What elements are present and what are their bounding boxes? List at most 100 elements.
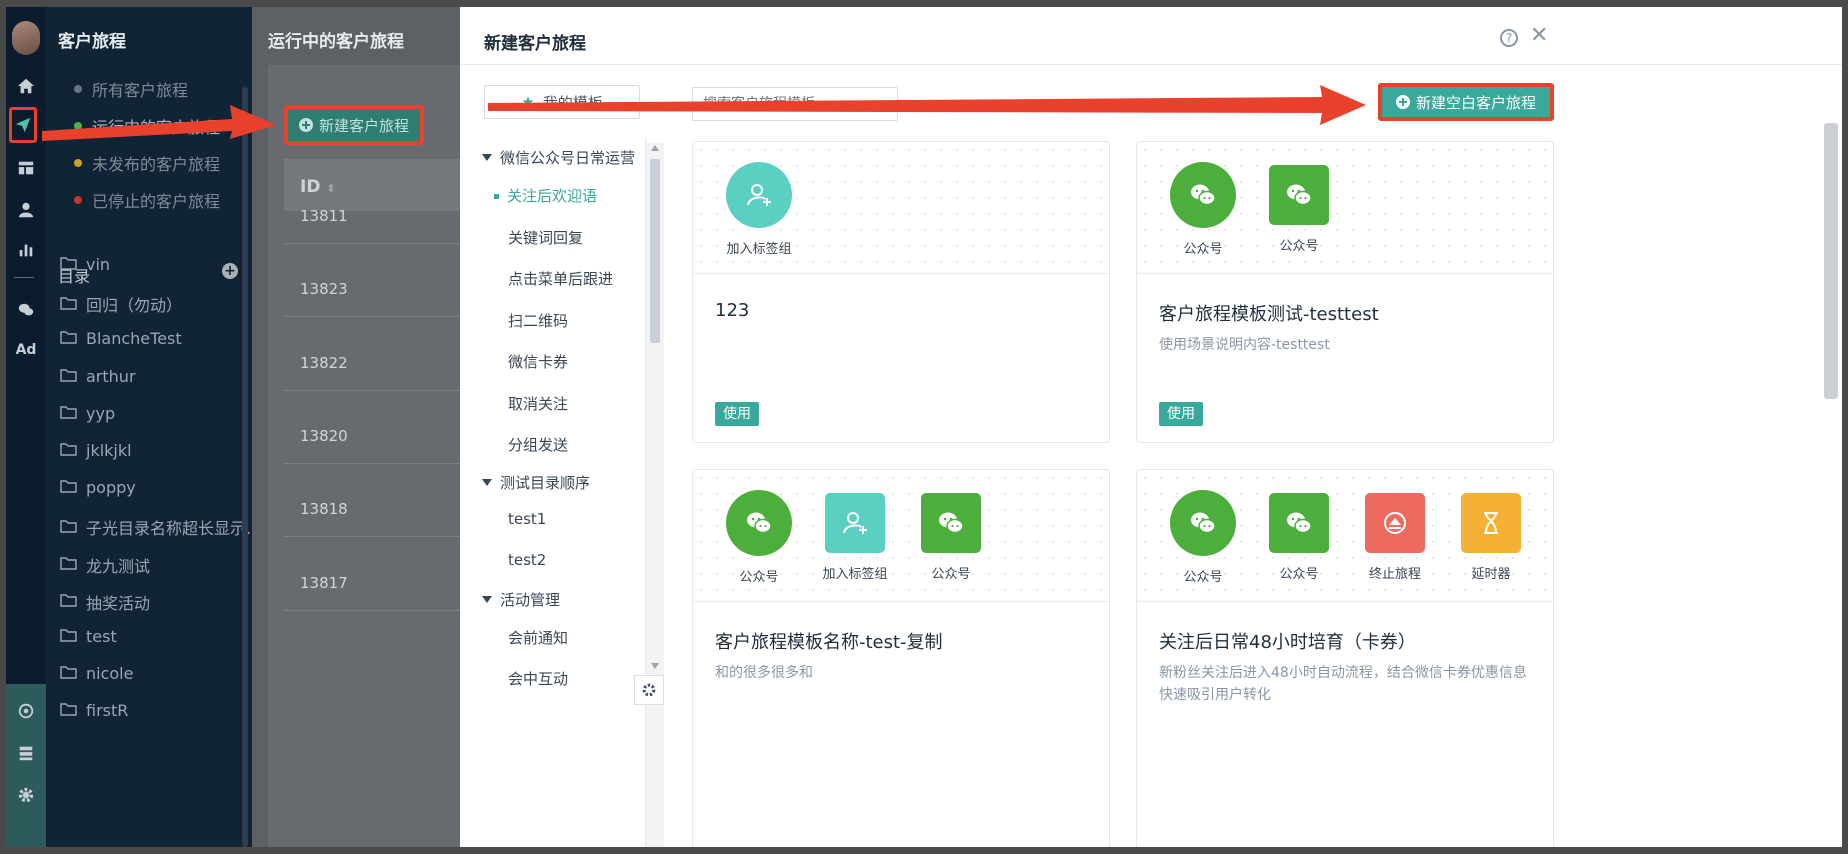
status-item-running[interactable]: 运行中的客户旅程 bbox=[74, 114, 220, 138]
table-header-id[interactable]: ID ⬍ bbox=[284, 159, 460, 211]
scroll-thumb[interactable] bbox=[650, 159, 660, 343]
tree-item[interactable]: 取消关注 bbox=[508, 393, 568, 414]
use-template-button[interactable]: 使用 bbox=[1159, 402, 1203, 426]
folder-icon bbox=[60, 404, 77, 423]
home-icon[interactable] bbox=[6, 69, 46, 103]
folder-item[interactable]: jklkjkl bbox=[60, 441, 132, 460]
folder-label: arthur bbox=[86, 366, 136, 386]
tree-item[interactable]: 会中互动 bbox=[508, 668, 568, 689]
folder-label: jklkjkl bbox=[86, 441, 132, 460]
modal-scrollbar[interactable] bbox=[1824, 123, 1838, 399]
folder-item[interactable]: vin bbox=[60, 255, 110, 274]
tree-item[interactable]: 分组发送 bbox=[508, 434, 568, 455]
avatar[interactable] bbox=[12, 21, 40, 55]
gear-icon[interactable] bbox=[6, 778, 46, 812]
new-blank-journey-button[interactable]: 新建空白客户旅程 bbox=[1378, 83, 1554, 121]
tree-scrollbar[interactable] bbox=[646, 143, 664, 847]
tree-item[interactable]: 点击菜单后跟进 bbox=[508, 268, 613, 289]
tree-settings-button[interactable] bbox=[634, 675, 664, 705]
tree-item[interactable]: test2 bbox=[508, 551, 546, 569]
status-label: 所有客户旅程 bbox=[92, 81, 189, 100]
card-description: 和的很多很多和 bbox=[715, 665, 813, 681]
table-row[interactable]: 13822 bbox=[300, 354, 348, 372]
tree-item[interactable]: test1 bbox=[508, 510, 546, 528]
row-divider bbox=[284, 389, 460, 391]
table-row[interactable]: 13817 bbox=[300, 574, 348, 592]
sort-icon[interactable]: ⬍ bbox=[326, 182, 335, 195]
folder-item[interactable]: nicole bbox=[60, 664, 133, 683]
close-icon[interactable]: ✕ bbox=[1530, 23, 1548, 48]
scroll-up-icon[interactable] bbox=[651, 145, 659, 151]
folder-item[interactable]: 子光目录名称超长显示... bbox=[60, 515, 261, 539]
tree-item[interactable]: 扫二维码 bbox=[508, 310, 568, 331]
folder-item[interactable]: 回归（勿动） bbox=[60, 292, 182, 316]
bar-chart-icon[interactable] bbox=[6, 233, 46, 267]
my-templates-button[interactable]: ★ 我的模板 bbox=[484, 85, 640, 119]
template-card[interactable]: 公众号 公众号 终止旅程 延时器 关注后日常48小时培育（卡券） 新粉丝关注后进入48小时… bbox=[1136, 469, 1554, 847]
send-icon[interactable] bbox=[9, 107, 37, 143]
table-row[interactable]: 13823 bbox=[300, 280, 348, 298]
tree-item[interactable]: 微信卡券 bbox=[508, 351, 568, 372]
folder-item[interactable]: yyp bbox=[60, 404, 115, 423]
card-flow-preview: 公众号 加入标签组 公众号 bbox=[693, 470, 1109, 602]
template-card[interactable]: 公众号 加入标签组 公众号 客户旅程模板名称-test-复制 和的很多很多和 bbox=[692, 469, 1110, 847]
caret-down-icon[interactable] bbox=[482, 595, 492, 603]
card-title: 123 bbox=[715, 300, 750, 321]
folder-item[interactable]: poppy bbox=[60, 478, 136, 497]
tree-group[interactable]: 微信公众号日常运营 bbox=[482, 147, 635, 168]
folder-label: 抽奖活动 bbox=[86, 593, 151, 613]
template-card[interactable]: 加入标签组 123 使用 bbox=[692, 141, 1110, 443]
folder-item[interactable]: test bbox=[60, 627, 117, 646]
flow-node: 公众号 bbox=[1155, 162, 1251, 257]
folder-item[interactable]: 龙九测试 bbox=[60, 553, 150, 577]
layout-icon[interactable] bbox=[6, 151, 46, 185]
add-user-icon bbox=[726, 162, 792, 228]
status-item-unpublished[interactable]: 未发布的客户旅程 bbox=[74, 151, 220, 175]
folder-item[interactable]: 抽奖活动 bbox=[60, 590, 150, 614]
status-item-all[interactable]: 所有客户旅程 bbox=[74, 77, 188, 101]
card-title: 客户旅程模板测试-testtest bbox=[1159, 304, 1379, 325]
new-journey-modal: 新建客户旅程 ? ✕ ★ 我的模板 微信公众号日常运营关注后欢迎语 关键词回复点击菜… bbox=[460, 7, 1842, 847]
caret-down-icon[interactable] bbox=[482, 478, 492, 486]
template-card[interactable]: 公众号 公众号 客户旅程模板测试-testtest 使用场景说明内容-testtest… bbox=[1136, 141, 1554, 443]
use-template-button[interactable]: 使用 bbox=[715, 402, 759, 426]
target-icon[interactable] bbox=[6, 694, 46, 728]
table-row[interactable]: 13820 bbox=[300, 427, 348, 445]
row-divider bbox=[284, 462, 460, 464]
folder-icon bbox=[60, 295, 77, 314]
user-icon[interactable] bbox=[6, 193, 46, 227]
flow-node-label: 公众号 bbox=[1183, 570, 1223, 585]
tree-group[interactable]: 测试目录顺序 bbox=[482, 472, 590, 493]
tree-group[interactable]: 活动管理 bbox=[482, 589, 560, 610]
folder-label: 回归（勿动） bbox=[86, 296, 183, 316]
status-item-stopped[interactable]: 已停止的客户旅程 bbox=[74, 188, 220, 212]
modal-title: 新建客户旅程 bbox=[484, 34, 586, 54]
status-label: 未发布的客户旅程 bbox=[92, 155, 221, 174]
table-row[interactable]: 13818 bbox=[300, 500, 348, 518]
tree-item[interactable]: 会前通知 bbox=[508, 627, 568, 648]
card-description: 使用场景说明内容-testtest bbox=[1159, 337, 1330, 353]
add-folder-button[interactable]: + bbox=[222, 263, 238, 279]
server-icon[interactable] bbox=[6, 736, 46, 770]
status-dot bbox=[74, 196, 82, 204]
icon-bar: Ad bbox=[6, 7, 46, 847]
flow-node-label: 公众号 bbox=[931, 567, 971, 582]
table-row[interactable]: 13811 bbox=[300, 207, 348, 225]
scroll-down-icon[interactable] bbox=[651, 663, 659, 669]
folder-item[interactable]: arthur bbox=[60, 367, 136, 386]
folder-label: 子光目录名称超长显示... bbox=[86, 519, 262, 539]
side-nav: 客户旅程 所有客户旅程 运行中的客户旅程 未发布的客户旅程 已停止的客户旅程 目… bbox=[46, 7, 261, 847]
ad-icon[interactable]: Ad bbox=[6, 333, 46, 367]
tree-item[interactable]: 关键词回复 bbox=[508, 227, 583, 248]
help-icon[interactable]: ? bbox=[1500, 29, 1518, 47]
tree-item[interactable]: 关注后欢迎语 bbox=[494, 185, 597, 206]
caret-down-icon[interactable] bbox=[482, 154, 492, 161]
wechat-icon[interactable] bbox=[6, 293, 46, 327]
new-journey-button[interactable]: 新建客户旅程 bbox=[284, 105, 424, 145]
folder-item[interactable]: firstR bbox=[60, 701, 128, 720]
folder-item[interactable]: BlancheTest bbox=[60, 329, 182, 348]
template-search-input[interactable] bbox=[692, 87, 898, 121]
side-nav-scrollbar[interactable] bbox=[242, 87, 248, 847]
card-flow-preview: 加入标签组 bbox=[693, 142, 1109, 274]
folder-icon bbox=[60, 555, 77, 574]
